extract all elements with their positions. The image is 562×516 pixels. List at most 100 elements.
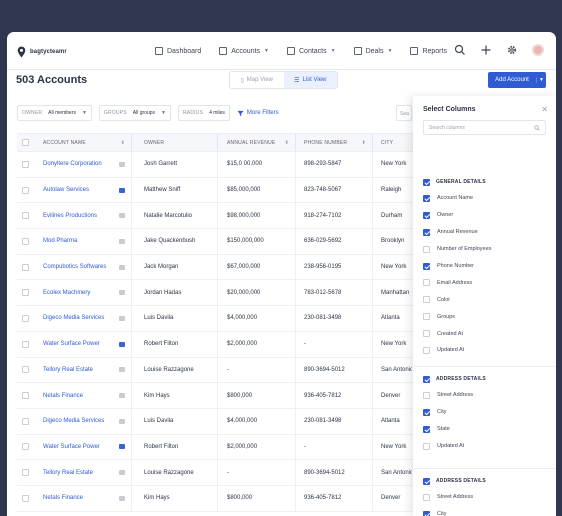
folder-icon[interactable] (119, 367, 125, 373)
section-checkbox[interactable] (423, 375, 430, 383)
table-row[interactable]: Mod Pharma Jake Quackenbush $150,000,000 63… (17, 229, 413, 255)
row-checkbox[interactable] (21, 494, 29, 502)
column-option[interactable]: Street Address (413, 387, 556, 404)
column-checkbox[interactable] (423, 510, 430, 516)
chevron-down-icon[interactable]: ▼ (536, 77, 546, 83)
folder-icon[interactable] (119, 470, 125, 476)
column-checkbox[interactable] (423, 425, 430, 433)
column-search-input[interactable]: Search columns (423, 120, 546, 135)
row-checkbox[interactable] (21, 160, 29, 168)
table-row[interactable]: Netals Finance Kim Hays $800,000 936-405-78… (17, 383, 413, 409)
account-name-link[interactable]: Compubotics Softwares (43, 264, 106, 270)
column-option[interactable]: City (413, 506, 556, 516)
column-checkbox[interactable] (423, 442, 430, 450)
folder-icon[interactable] (119, 187, 125, 193)
column-checkbox[interactable] (423, 408, 430, 416)
column-checkbox[interactable] (423, 279, 430, 287)
header-phone[interactable]: PHONE NUMBER ⬍ (295, 134, 372, 151)
column-checkbox[interactable] (423, 346, 430, 354)
map-view-button[interactable]: ▯ Map View (230, 72, 284, 88)
search-input[interactable]: Sea (396, 105, 412, 121)
nav-item-contacts[interactable]: Contacts ▼ (287, 47, 336, 55)
section-header[interactable]: ADDRESS DETAILS (413, 371, 556, 387)
more-filters-button[interactable]: More Filters (237, 110, 279, 117)
table-row[interactable]: Tellory Real Estate Louise Razzagone - 890-… (17, 357, 413, 384)
nav-item-reports[interactable]: Reports (410, 47, 447, 55)
plus-icon[interactable] (480, 44, 492, 56)
table-row[interactable]: Compubotics Softwares Jack Morgan $67,000,… (17, 254, 413, 281)
column-option[interactable]: Annual Revenue (413, 224, 556, 241)
account-name-link[interactable]: Water Surface Power (43, 444, 100, 450)
folder-icon[interactable] (119, 315, 125, 321)
account-name-link[interactable]: Netals Finance (43, 495, 83, 501)
column-option[interactable]: Created At (413, 325, 556, 342)
table-row[interactable]: Evilines Productions Natalie Marcotulio $9… (17, 203, 413, 230)
section-header[interactable]: ADDRESS DETAILS (413, 473, 556, 489)
column-option[interactable]: Color (413, 291, 556, 308)
folder-icon[interactable] (119, 213, 125, 219)
account-name-link[interactable]: Ecolex Machinery (43, 290, 90, 296)
section-header[interactable]: GENERAL DETAILS (413, 174, 556, 190)
column-checkbox[interactable] (423, 313, 430, 321)
column-option[interactable]: Updated At (413, 438, 556, 455)
column-option[interactable]: State (413, 421, 556, 438)
table-row[interactable]: Autolaw Services Matthew Sniff $85,000,000… (17, 177, 413, 204)
owner-filter[interactable]: OWNER All members ▼ (17, 105, 92, 121)
folder-icon[interactable] (119, 418, 125, 424)
account-name-link[interactable]: Netals Finance (43, 393, 83, 399)
column-checkbox[interactable] (423, 330, 430, 338)
column-option[interactable]: Number of Employees (413, 241, 556, 258)
groups-filter[interactable]: GROUPS All groups ▼ (98, 105, 171, 121)
account-name-link[interactable]: Evilines Productions (43, 213, 97, 219)
list-view-button[interactable]: ☰ List View (283, 72, 337, 88)
column-option[interactable]: Street Address (413, 489, 556, 506)
column-checkbox[interactable] (423, 296, 430, 304)
account-name-link[interactable]: Digeco Media Services (43, 315, 104, 321)
column-checkbox[interactable] (423, 194, 430, 202)
column-checkbox[interactable] (423, 245, 430, 253)
row-checkbox[interactable] (21, 237, 29, 245)
table-row[interactable]: Tellory Real Estate Louise Razzagone - 890-… (17, 460, 413, 486)
account-name-link[interactable]: Autolaw Services (43, 187, 89, 193)
column-option[interactable]: City (413, 404, 556, 421)
nav-item-dashboard[interactable]: Dashboard (155, 47, 201, 55)
row-checkbox[interactable] (21, 186, 29, 194)
account-name-link[interactable]: Water Surface Power (43, 341, 100, 347)
column-option[interactable]: Email Address (413, 274, 556, 291)
table-row[interactable]: Netals Finance Kim Hays $800,000 936-405-78… (17, 485, 413, 512)
column-option[interactable]: Updated At (413, 342, 556, 359)
row-checkbox[interactable] (21, 340, 29, 348)
folder-icon[interactable] (119, 341, 125, 347)
radius-filter[interactable]: RADIUS 4 miles (177, 105, 230, 121)
table-row[interactable]: Digeco Media Services Luis Davila $4,000,0… (17, 306, 413, 332)
table-row[interactable]: Water Surface Power Robert Filton $2,000,0… (17, 331, 413, 358)
row-checkbox[interactable] (21, 392, 29, 400)
add-account-button[interactable]: Add Account ▼ (488, 72, 546, 88)
table-row[interactable]: Water Surface Power Robert Filton $2,000,0… (17, 434, 413, 461)
folder-icon[interactable] (119, 264, 125, 270)
select-all-checkbox[interactable] (21, 139, 29, 146)
header-city[interactable]: CITY (372, 134, 412, 151)
row-checkbox[interactable] (21, 314, 29, 322)
row-checkbox[interactable] (21, 443, 29, 451)
row-checkbox[interactable] (21, 212, 29, 220)
header-account-name[interactable]: ACCOUNT NAME ⬍ (33, 140, 131, 146)
column-checkbox[interactable] (423, 493, 430, 501)
account-name-link[interactable]: Donyltere Corporation (43, 161, 102, 167)
nav-item-accounts[interactable]: Accounts ▼ (219, 47, 269, 55)
header-owner[interactable]: OWNER (131, 134, 217, 151)
table-row[interactable]: Digeco Media Services Luis Davila $4,000,0… (17, 408, 413, 435)
account-name-link[interactable]: Mod Pharma (43, 238, 77, 244)
folder-icon[interactable] (119, 161, 125, 167)
header-revenue[interactable]: ANNUAL REVENUE ⬍ (217, 134, 295, 151)
column-option[interactable]: Account Name (413, 190, 556, 207)
row-checkbox[interactable] (21, 469, 29, 477)
account-name-link[interactable]: Tellory Real Estate (43, 470, 93, 476)
row-checkbox[interactable] (21, 289, 29, 297)
table-row[interactable]: Ecolex Machinery Jordan Hadas $20,000,000 7… (17, 280, 413, 307)
row-checkbox[interactable] (21, 263, 29, 271)
section-checkbox[interactable] (423, 477, 430, 485)
folder-icon[interactable] (119, 393, 125, 399)
column-checkbox[interactable] (423, 262, 430, 270)
row-checkbox[interactable] (21, 366, 29, 374)
